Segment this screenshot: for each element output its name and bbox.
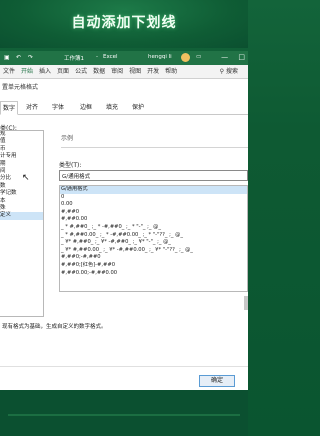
avatar[interactable] bbox=[181, 53, 190, 62]
redo-icon[interactable]: ↷ bbox=[28, 54, 33, 61]
tab-alignment[interactable]: 对齐 bbox=[24, 101, 40, 115]
category-item[interactable]: 定义 bbox=[0, 212, 43, 220]
search-label: 搜索 bbox=[225, 68, 238, 75]
mouse-cursor-icon: ↖ bbox=[22, 173, 30, 183]
tab-fill[interactable]: 填充 bbox=[104, 101, 120, 115]
search-icon: ⚲ bbox=[219, 68, 225, 75]
dialog-tabs: 数字 对齐 字体 边框 填充 保护 bbox=[0, 101, 248, 115]
format-item[interactable]: 0.00 bbox=[60, 201, 247, 209]
category-item[interactable]: 学记数 bbox=[0, 190, 43, 197]
app-name: Excel bbox=[103, 54, 118, 60]
dialog-divider bbox=[0, 366, 248, 367]
minimize-button[interactable]: — bbox=[221, 53, 228, 61]
ribbon-search[interactable]: ⚲ 搜索 bbox=[219, 65, 238, 78]
ribbon-display-icon[interactable]: ▭ bbox=[196, 54, 201, 60]
format-item[interactable]: #,##0 bbox=[60, 209, 247, 217]
type-input[interactable] bbox=[59, 170, 248, 181]
menu-file[interactable]: 文件 bbox=[0, 65, 18, 78]
format-description: 现有格式为基础，生成自定义的数字格式。 bbox=[2, 324, 107, 330]
category-item[interactable]: 值 bbox=[0, 138, 43, 145]
video-progress-bar[interactable] bbox=[8, 414, 240, 416]
title-separator: - bbox=[96, 54, 98, 60]
tab-number[interactable]: 数字 bbox=[0, 101, 18, 115]
banner-title: 自动添加下划线 bbox=[71, 15, 177, 31]
user-name[interactable]: hengqi li bbox=[148, 54, 172, 60]
menu-formulas[interactable]: 公式 bbox=[72, 65, 90, 78]
format-item[interactable]: _ * #,##0_ ;_ * -#,##0_ ;_ * "-"_ ;_ @_ bbox=[60, 224, 247, 232]
format-item[interactable]: #,##0.00 bbox=[60, 216, 247, 224]
format-item[interactable]: _ ¥* #,##0.00_ ;_ ¥* -#,##0.00_ ;_ ¥* "-… bbox=[60, 247, 247, 255]
menu-data[interactable]: 数据 bbox=[90, 65, 108, 78]
window-controls: — □ bbox=[213, 53, 245, 61]
menu-insert[interactable]: 插入 bbox=[36, 65, 54, 78]
format-cells-dialog: 置单元格格式 数字 对齐 字体 边框 填充 保护 类(C): 规值币计专用期间分… bbox=[0, 79, 248, 390]
tab-border[interactable]: 边框 bbox=[78, 101, 94, 115]
dialog-title: 置单元格格式 bbox=[2, 84, 39, 91]
undo-icon[interactable]: ↶ bbox=[16, 54, 21, 61]
excel-titlebar: ▣ ↶ ↷ 工作簿1 - Excel hengqi li ▭ — □ bbox=[0, 51, 248, 65]
format-item[interactable]: _ ¥* #,##0_ ;_ ¥* -#,##0_ ;_ ¥* "-"_ ;_ … bbox=[60, 239, 247, 247]
save-icon[interactable]: ▣ bbox=[4, 54, 10, 61]
type-label: 类型(T): bbox=[59, 162, 82, 169]
category-item[interactable]: 期 bbox=[0, 161, 43, 168]
category-item[interactable]: 本 bbox=[0, 198, 43, 205]
menu-home[interactable]: 开始 bbox=[18, 66, 36, 78]
tab-protection[interactable]: 保护 bbox=[130, 101, 146, 115]
format-item[interactable]: _ * #,##0.00_ ;_ * -#,##0.00_ ;_ * "-"??… bbox=[60, 232, 247, 240]
format-item[interactable]: #,##0;-#,##0 bbox=[60, 254, 247, 262]
workbook-name: 工作簿1 bbox=[64, 56, 84, 62]
format-item[interactable]: #,##0;[红色]-#,##0 bbox=[60, 262, 247, 270]
menu-developer[interactable]: 开发 bbox=[144, 65, 162, 78]
menu-page[interactable]: 页面 bbox=[54, 65, 72, 78]
category-list[interactable]: 规值币计专用期间分比数学记数本殊定义 bbox=[0, 130, 44, 317]
maximize-button[interactable]: □ bbox=[238, 53, 245, 61]
menu-view[interactable]: 视图 bbox=[126, 65, 144, 78]
category-item[interactable]: 规 bbox=[0, 131, 43, 138]
format-list-scrollbar[interactable] bbox=[244, 296, 248, 310]
video-bottom-strip bbox=[0, 390, 248, 436]
ribbon-menubar: 文件 开始 插入 页面 公式 数据 审阅 视图 开发 帮助 ⚲ 搜索 bbox=[0, 65, 248, 79]
format-item[interactable]: G/通用格式 bbox=[60, 186, 247, 194]
ok-button[interactable]: 确定 bbox=[199, 375, 235, 387]
menu-review[interactable]: 审阅 bbox=[108, 65, 126, 78]
example-label: 示例 bbox=[61, 135, 74, 142]
tab-font[interactable]: 字体 bbox=[50, 101, 66, 115]
format-list[interactable]: G/通用格式 0 0.00 #,##0 #,##0.00 _ * #,##0_ ;_ * … bbox=[59, 185, 248, 292]
category-item[interactable]: 计专用 bbox=[0, 153, 43, 160]
menu-help[interactable]: 帮助 bbox=[162, 65, 180, 78]
video-banner: 自动添加下划线 bbox=[0, 0, 248, 48]
format-item[interactable]: #,##0.00;-#,##0.00 bbox=[60, 270, 247, 278]
format-item[interactable]: 0 bbox=[60, 194, 247, 202]
example-divider bbox=[61, 147, 248, 148]
